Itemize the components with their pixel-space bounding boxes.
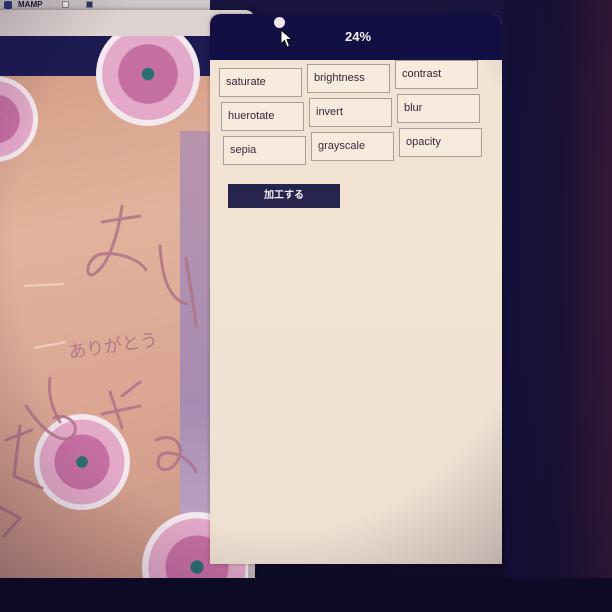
filter-blur-button[interactable]: blur (397, 94, 480, 123)
screen-photo: MAMP ありがとう 24% saturate brightness contr… (0, 0, 612, 612)
zoom-level-label: 24% (344, 29, 372, 44)
filter-huerotate-button[interactable]: huerotate (221, 102, 304, 131)
filter-brightness-button[interactable]: brightness (307, 64, 390, 93)
mamp-app-icon (4, 1, 12, 9)
status-dot-icon (274, 17, 285, 28)
app-header-bar: 24% (210, 14, 502, 60)
filter-grayscale-button[interactable]: grayscale (311, 132, 394, 161)
system-menubar: MAMP (0, 0, 210, 10)
filter-invert-button[interactable]: invert (309, 98, 392, 127)
filter-contrast-button[interactable]: contrast (395, 60, 478, 89)
menubar-status-icon[interactable] (86, 1, 93, 8)
filter-sepia-button[interactable]: sepia (223, 136, 306, 165)
menubar-app-name[interactable]: MAMP (18, 0, 42, 9)
filter-app-window: 24% saturate brightness contrast huerota… (210, 14, 502, 564)
menubar-status-icon[interactable] (62, 1, 69, 8)
monitor-bezel-bottom (0, 578, 612, 612)
apply-filter-button[interactable]: 加工する (228, 184, 340, 208)
monitor-bezel-right (505, 0, 612, 612)
arrow-cursor-icon (280, 29, 294, 48)
filter-saturate-button[interactable]: saturate (219, 68, 302, 97)
filter-opacity-button[interactable]: opacity (399, 128, 482, 157)
